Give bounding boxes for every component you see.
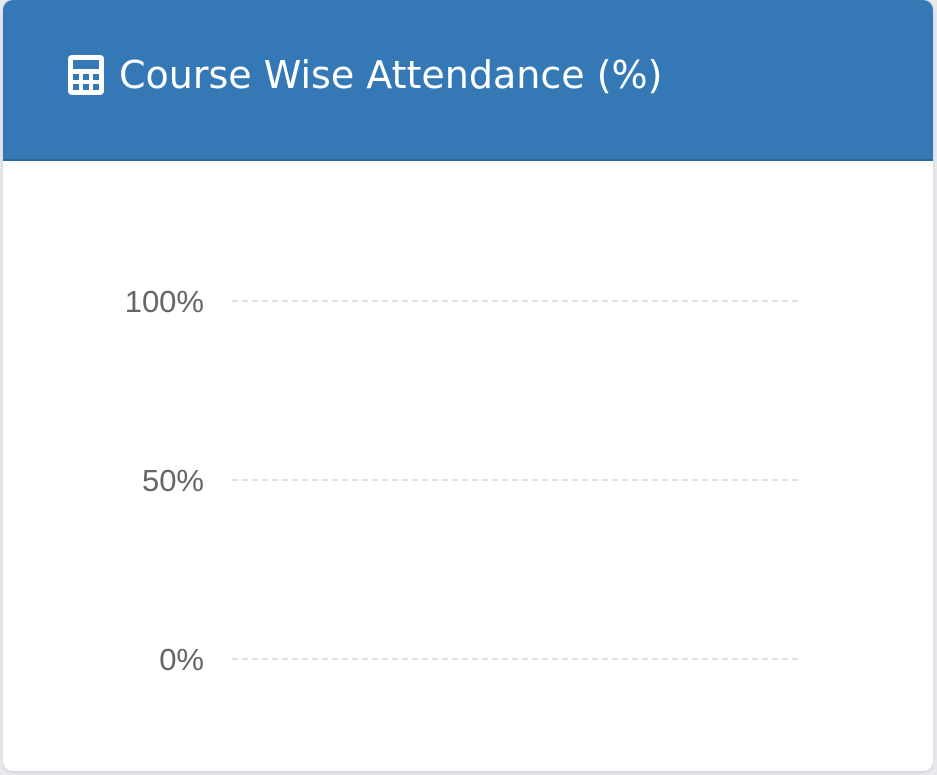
attendance-chart: 100% 50% 0% xyxy=(3,161,933,771)
card-header: Course Wise Attendance (%) xyxy=(3,0,933,161)
chart-canvas: 100% 50% 0% xyxy=(125,284,798,677)
card-title: Course Wise Attendance (%) xyxy=(119,53,663,97)
y-tick-label: 100% xyxy=(125,284,204,319)
y-tick-label: 0% xyxy=(159,642,204,677)
attendance-card: Course Wise Attendance (%) 100% 50% 0% xyxy=(3,0,933,771)
y-tick-label: 50% xyxy=(142,463,204,498)
calculator-icon xyxy=(68,55,104,95)
